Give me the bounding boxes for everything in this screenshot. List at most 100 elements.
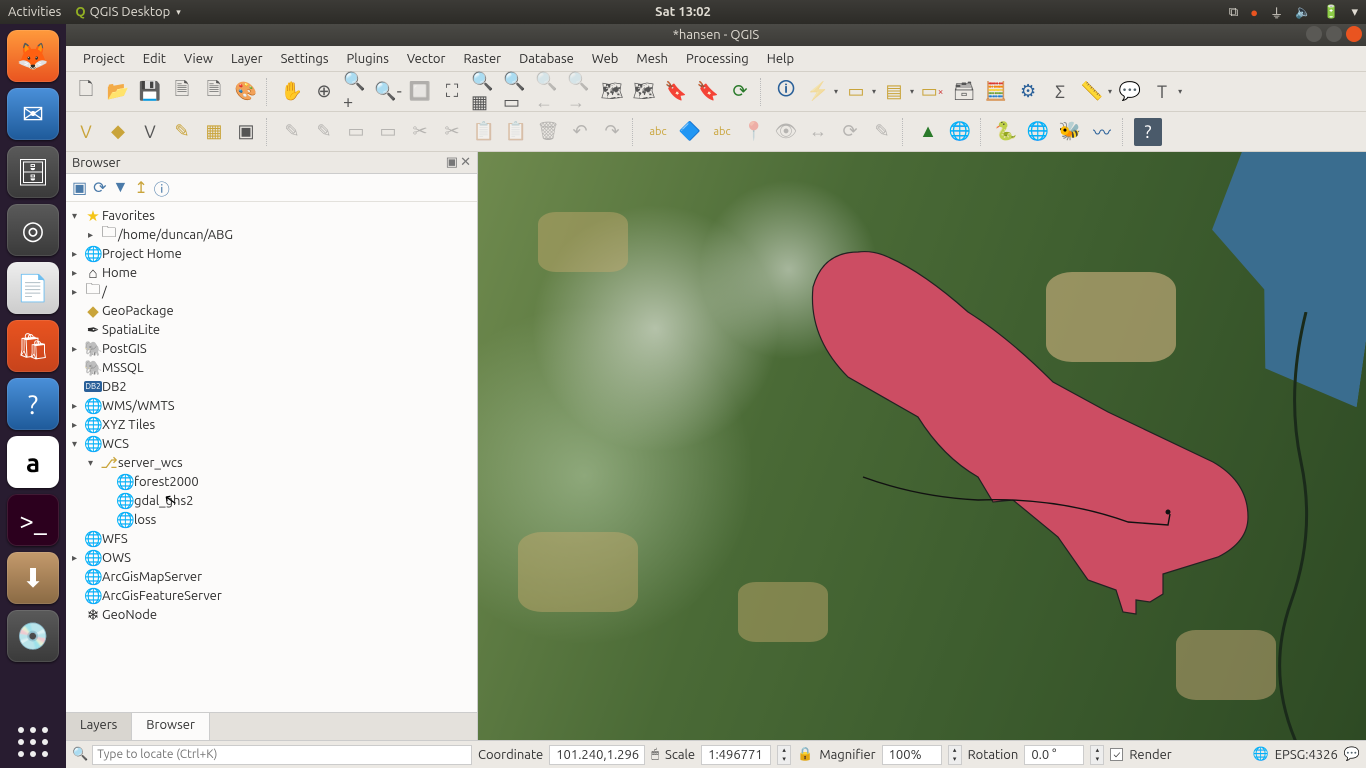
plugin-3d-icon[interactable]: 〰	[1088, 118, 1116, 146]
zoom-full-icon[interactable]: ⛶	[438, 78, 466, 106]
zoom-selection-icon[interactable]: 🔍▦	[470, 78, 498, 106]
expand-icon[interactable]: ▾	[72, 210, 84, 222]
new-print-layout-icon[interactable]: 🗎	[168, 78, 196, 106]
tree-item[interactable]: ▸🌐OWS	[68, 548, 475, 567]
add-feature-icon[interactable]: ✎	[310, 118, 338, 146]
annotation-icon[interactable]: T	[1148, 78, 1176, 106]
action-icon[interactable]: ⚡	[804, 78, 832, 106]
expand-icon[interactable]: ▸	[72, 419, 84, 431]
pan-to-selection-icon[interactable]: ⊕	[310, 78, 338, 106]
tree-item[interactable]: ▸⌂Home	[68, 263, 475, 282]
show-label-icon[interactable]: 👁	[772, 118, 800, 146]
show-bookmarks-icon[interactable]: 🔖	[694, 78, 722, 106]
pin-label-icon[interactable]: 📍	[740, 118, 768, 146]
launcher-downloads[interactable]: ⬇	[7, 552, 59, 604]
menu-settings[interactable]: Settings	[272, 48, 338, 70]
system-menu-icon[interactable]: ▾	[1351, 5, 1358, 20]
tree-item[interactable]: 🌐gdal_ghs2	[68, 491, 475, 510]
expand-icon[interactable]: ▸	[88, 229, 100, 241]
tree-item[interactable]: 🌐ArcGisMapServer	[68, 567, 475, 586]
undo-icon[interactable]: ↶	[566, 118, 594, 146]
toggle-editing-icon[interactable]: ▦	[200, 118, 228, 146]
open-project-icon[interactable]: 📂	[104, 78, 132, 106]
tree-item[interactable]: ❄GeoNode	[68, 605, 475, 624]
tree-item[interactable]: ◆GeoPackage	[68, 301, 475, 320]
tree-item[interactable]: ▸🌐Project Home	[68, 244, 475, 263]
menu-edit[interactable]: Edit	[134, 48, 175, 70]
zoom-next-icon[interactable]: 🔍→	[566, 78, 594, 106]
volume-icon[interactable]: 🔈	[1295, 5, 1311, 20]
menu-project[interactable]: Project	[74, 48, 134, 70]
move-feature-icon[interactable]: ▭	[342, 118, 370, 146]
coordinate-field[interactable]: 101.240,1.296	[549, 745, 645, 765]
tree-item[interactable]: ▸🌐WMS/WMTS	[68, 396, 475, 415]
tree-item[interactable]: 🐘MSSQL	[68, 358, 475, 377]
launcher-terminal[interactable]: >_	[7, 494, 59, 546]
help-icon[interactable]: ?	[1134, 118, 1162, 146]
panel-float-icon[interactable]: ▣	[446, 155, 458, 170]
launcher-amazon[interactable]: a	[7, 436, 59, 488]
expand-icon[interactable]: ▸	[72, 248, 84, 260]
crs-text[interactable]: EPSG:4326	[1275, 748, 1338, 762]
menu-plugins[interactable]: Plugins	[338, 48, 398, 70]
attribute-table-icon[interactable]: 🗃	[950, 78, 978, 106]
collapse-all-icon[interactable]: ↥	[134, 178, 147, 197]
battery-icon[interactable]: 🔋	[1323, 5, 1339, 20]
edits-pencil-icon[interactable]: ✎	[168, 118, 196, 146]
scale-spin[interactable]: ▴▾	[777, 745, 791, 765]
add-layer-icon[interactable]: ▣	[72, 178, 87, 197]
tab-layers[interactable]: Layers	[66, 713, 132, 740]
tab-browser[interactable]: Browser	[132, 713, 210, 740]
menu-layer[interactable]: Layer	[222, 48, 272, 70]
redo-icon[interactable]: ↷	[598, 118, 626, 146]
menu-processing[interactable]: Processing	[677, 48, 758, 70]
tree-item[interactable]: ▸🐘PostGIS	[68, 339, 475, 358]
zoom-out-icon[interactable]: 🔍-	[374, 78, 402, 106]
dropbox-icon[interactable]: ⧉	[1229, 5, 1238, 20]
filter-browser-icon[interactable]: ▼	[113, 178, 129, 197]
measure-icon[interactable]: 📏	[1078, 78, 1106, 106]
tree-item[interactable]: ▸🌐XYZ Tiles	[68, 415, 475, 434]
vertex-tool-icon[interactable]: ▣	[232, 118, 260, 146]
rotation-field[interactable]: 0.0 °	[1024, 745, 1084, 765]
pan-icon[interactable]: ✋	[278, 78, 306, 106]
magnifier-field[interactable]: 100%	[882, 745, 942, 765]
new-bookmark-icon[interactable]: 🔖	[662, 78, 690, 106]
tree-item[interactable]: ▾🌐WCS	[68, 434, 475, 453]
expand-icon[interactable]: ▸	[72, 552, 84, 564]
magnifier-spin[interactable]: ▴▾	[948, 745, 962, 765]
maximize-button[interactable]	[1326, 26, 1342, 42]
plugin-globe-icon[interactable]: 🌐	[1024, 118, 1052, 146]
launcher-help[interactable]: ?	[7, 378, 59, 430]
field-calc-icon[interactable]: 🧮	[982, 78, 1010, 106]
zoom-last-icon[interactable]: 🔍←	[534, 78, 562, 106]
refresh-icon[interactable]: ⟳	[726, 78, 754, 106]
expand-icon[interactable]: ▾	[72, 438, 84, 450]
zoom-in-icon[interactable]: 🔍+	[342, 78, 370, 106]
launcher-software[interactable]: 🛍	[7, 320, 59, 372]
lock-scale-icon[interactable]: 🔒	[797, 747, 813, 762]
messages-icon[interactable]: 💬	[1344, 747, 1360, 762]
menu-view[interactable]: View	[175, 48, 222, 70]
stats-icon[interactable]: Σ	[1046, 78, 1074, 106]
tree-item[interactable]: 🌐WFS	[68, 529, 475, 548]
plugin-grass-icon[interactable]: 🐝	[1056, 118, 1084, 146]
tree-item[interactable]: DB2DB2	[68, 377, 475, 396]
browser-tree[interactable]: ▾★Favorites▸🗀/home/duncan/ABG▸🌐Project H…	[66, 202, 477, 712]
minimize-button[interactable]	[1306, 26, 1322, 42]
expand-icon[interactable]: ▸	[72, 286, 84, 298]
launcher-firefox[interactable]: 🦊	[7, 30, 59, 82]
tree-item[interactable]: ▸🗀/home/duncan/ABG	[68, 225, 475, 244]
expand-icon[interactable]: ▸	[72, 267, 84, 279]
tree-item[interactable]: ▾⎇server_wcs	[68, 453, 475, 472]
new-geopackage-icon[interactable]: ◆	[104, 118, 132, 146]
layout-manager-icon[interactable]: 🗎	[200, 78, 228, 106]
launcher-rhythmbox[interactable]: ◎	[7, 204, 59, 256]
save-edits-icon[interactable]: ✎	[278, 118, 306, 146]
save-project-icon[interactable]: 💾	[136, 78, 164, 106]
deselect-icon[interactable]: ▭×	[918, 78, 946, 106]
style-manager-icon[interactable]: 🎨	[232, 78, 260, 106]
menu-help[interactable]: Help	[758, 48, 803, 70]
map-tips-icon[interactable]: 💬	[1116, 78, 1144, 106]
delete-icon[interactable]: 🗑	[534, 118, 562, 146]
